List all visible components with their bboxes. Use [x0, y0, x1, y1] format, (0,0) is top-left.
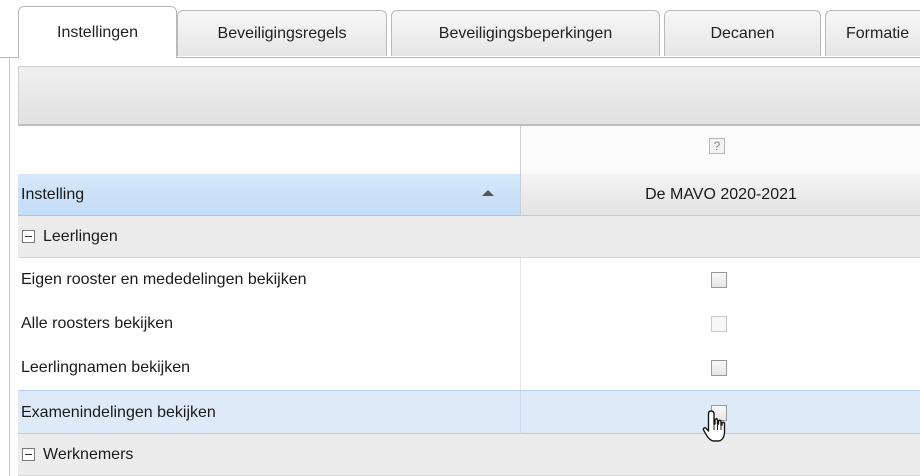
column-header-instelling[interactable]: Instelling — [18, 174, 520, 216]
grid-header-row: Instelling De MAVO 2020-2021 — [18, 174, 920, 216]
hand-cursor-icon — [702, 410, 726, 442]
collapse-icon[interactable] — [22, 448, 35, 461]
tab-decanen[interactable]: Decanen — [664, 10, 821, 56]
tab-beveiligingsregels[interactable]: Beveiligingsregels — [177, 10, 387, 56]
column-header-label: Instelling — [21, 185, 85, 203]
permission-checkbox[interactable] — [711, 316, 727, 332]
table-row: Leerlingnamen bekijken — [18, 346, 920, 390]
permission-checkbox[interactable] — [711, 360, 727, 376]
row-value-cell — [520, 302, 920, 346]
group-werknemers[interactable]: Werknemers — [18, 434, 920, 476]
tab-instellingen[interactable]: Instellingen — [18, 6, 177, 58]
settings-grid: ? Instelling De MAVO 2020-2021 Leerlinge… — [18, 126, 920, 476]
collapse-icon[interactable] — [22, 230, 35, 243]
row-label: Eigen rooster en mededelingen bekijken — [21, 271, 307, 288]
row-label: Examenindelingen bekijken — [21, 404, 216, 421]
row-value-cell — [520, 258, 920, 302]
group-label: Werknemers — [43, 445, 134, 463]
tab-bar: Instellingen Beveiligingsregels Beveilig… — [0, 0, 920, 58]
settings-panel: ? Instelling De MAVO 2020-2021 Leerlinge… — [9, 58, 920, 476]
group-leerlingen[interactable]: Leerlingen — [18, 216, 920, 258]
row-value-cell — [520, 346, 920, 390]
row-label: Alle roosters bekijken — [21, 315, 174, 332]
row-value-cell — [520, 391, 920, 442]
table-row: Alle roosters bekijken — [18, 302, 920, 346]
table-row: Examenindelingen bekijken — [18, 390, 920, 442]
tab-formatie[interactable]: Formatie — [825, 10, 920, 56]
help-cell: ? — [520, 126, 920, 174]
column-header-value-label: De MAVO 2020-2021 — [645, 185, 797, 203]
row-label: Leerlingnamen bekijken — [21, 359, 190, 376]
grid-header-top: ? — [18, 126, 920, 174]
group-label: Leerlingen — [43, 227, 118, 245]
grid-toolbar — [18, 66, 920, 126]
sort-ascending-icon — [482, 190, 494, 196]
help-icon[interactable]: ? — [709, 138, 725, 154]
column-header-school-year[interactable]: De MAVO 2020-2021 — [520, 174, 920, 216]
tab-beveiligingsbeperkingen[interactable]: Beveiligingsbeperkingen — [391, 10, 660, 56]
table-row: Eigen rooster en mededelingen bekijken — [18, 258, 920, 302]
permission-checkbox[interactable] — [711, 272, 727, 288]
